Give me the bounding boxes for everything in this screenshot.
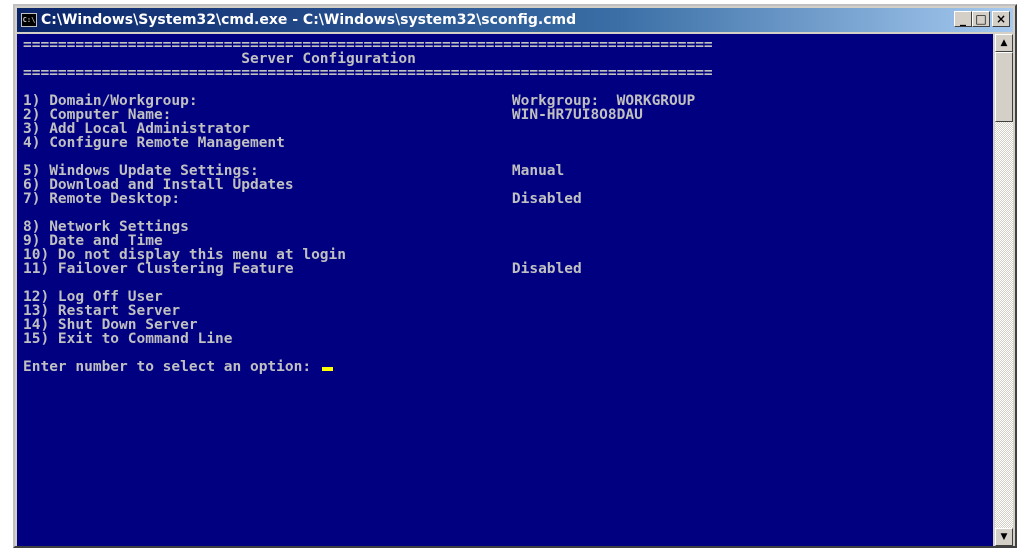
menu-item-value: Disabled — [511, 191, 582, 207]
separator-top: ========================================… — [23, 37, 713, 53]
prompt-text: Enter number to select an option: — [23, 359, 320, 375]
scroll-up-button[interactable]: ▲ — [995, 34, 1013, 52]
menu-item-label: 15) Exit to Command Line — [23, 331, 233, 347]
separator-bottom: ========================================… — [23, 65, 713, 81]
scroll-down-button[interactable]: ▼ — [995, 528, 1013, 546]
menu-item[interactable]: 10) Do not display this menu at login — [23, 248, 993, 263]
prompt-line[interactable]: Enter number to select an option: — [23, 360, 993, 374]
menu-item[interactable]: 2) Computer Name: WIN-HR7UI8O8DAU — [23, 107, 993, 123]
text-cursor — [321, 367, 333, 371]
menu-item[interactable]: 15) Exit to Command Line — [23, 331, 993, 347]
menu-item[interactable]: 12) Log Off User — [23, 290, 993, 305]
maximize-button[interactable]: □ — [972, 11, 990, 27]
menu-item-value: Manual — [511, 163, 565, 179]
menu-item[interactable]: 5) Windows Update Settings: Manual — [23, 163, 993, 179]
scroll-thumb[interactable] — [995, 52, 1013, 122]
menu-item[interactable]: 4) Configure Remote Management — [23, 135, 993, 151]
menu-item[interactable]: 11) Failover Clustering Feature Disabled — [23, 261, 993, 277]
menu-list: 1) Domain/Workgroup: Workgroup: WORKGROU… — [23, 94, 993, 360]
scroll-up-arrow-icon: ▲ — [1000, 38, 1008, 48]
menu-item[interactable]: 7) Remote Desktop: Disabled — [23, 191, 993, 207]
window-controls: _ □ × — [954, 11, 1010, 27]
console-text: ========================================… — [17, 34, 993, 375]
menu-item-label: 7) Remote Desktop: — [23, 191, 181, 207]
close-button[interactable]: × — [992, 11, 1010, 27]
title-bar[interactable]: C:\ C:\Windows\System32\cmd.exe - C:\Win… — [17, 8, 1013, 32]
window-title: C:\Windows\System32\cmd.exe - C:\Windows… — [41, 12, 577, 28]
menu-item-label: 11) Failover Clustering Feature — [23, 261, 294, 277]
menu-item[interactable]: 6) Download and Install Updates — [23, 178, 993, 193]
menu-item[interactable]: 13) Restart Server — [23, 304, 993, 319]
console-output[interactable]: ========================================… — [17, 34, 993, 546]
menu-item[interactable]: 9) Date and Time — [23, 234, 993, 249]
menu-heading: Server Configuration — [23, 51, 416, 67]
cmd-app-icon-label: C:\ — [22, 15, 36, 24]
close-icon: × — [995, 12, 1007, 26]
menu-item[interactable]: 8) Network Settings — [23, 220, 993, 235]
vertical-scrollbar[interactable]: ▲ ▼ — [995, 34, 1013, 546]
minimize-icon: _ — [960, 12, 966, 26]
menu-item-value: WIN-HR7UI8O8DAU — [511, 107, 643, 123]
scroll-down-arrow-icon: ▼ — [1000, 532, 1008, 542]
menu-item[interactable]: 14) Shut Down Server — [23, 318, 993, 333]
menu-item-value: Disabled — [511, 261, 582, 277]
cmd-app-icon[interactable]: C:\ — [21, 13, 37, 27]
console-window: C:\ C:\Windows\System32\cmd.exe - C:\Win… — [13, 4, 1017, 548]
menu-item[interactable]: 3) Add Local Administrator — [23, 122, 993, 137]
menu-item-label: 4) Configure Remote Management — [23, 135, 285, 151]
maximize-icon: □ — [975, 12, 987, 26]
menu-item[interactable]: 1) Domain/Workgroup: Workgroup: WORKGROU… — [23, 94, 993, 109]
minimize-button[interactable]: _ — [954, 11, 972, 27]
